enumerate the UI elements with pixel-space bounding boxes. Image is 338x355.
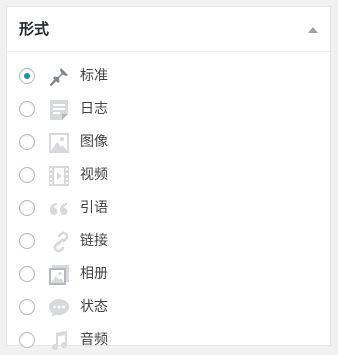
format-option-audio[interactable]: 音频 bbox=[7, 329, 330, 355]
status-icon bbox=[49, 299, 69, 317]
format-radio-aside[interactable] bbox=[19, 101, 35, 117]
format-label-audio: 音频 bbox=[80, 332, 108, 348]
format-radio-audio[interactable] bbox=[19, 332, 35, 348]
format-radio-quote[interactable] bbox=[19, 200, 35, 216]
format-option-quote[interactable]: 引语 bbox=[7, 197, 330, 223]
format-radio-status[interactable] bbox=[19, 299, 35, 315]
format-option-status[interactable]: 状态 bbox=[7, 296, 330, 322]
post-format-panel: 形式 标准 日志 图像 视频 引语 链接 相册 状态 音频 bbox=[6, 6, 331, 350]
quote-icon bbox=[50, 203, 68, 215]
aside-icon bbox=[50, 100, 68, 120]
format-option-link[interactable]: 链接 bbox=[7, 230, 330, 256]
video-icon bbox=[49, 166, 69, 186]
gallery-icon bbox=[49, 265, 69, 285]
format-label-status: 状态 bbox=[80, 299, 108, 315]
format-radio-gallery[interactable] bbox=[19, 266, 35, 282]
collapse-arrow-icon[interactable] bbox=[308, 27, 318, 33]
format-label-aside: 日志 bbox=[80, 101, 108, 117]
format-radio-standard[interactable] bbox=[19, 68, 35, 84]
panel-title: 形式 bbox=[19, 20, 50, 38]
format-option-aside[interactable]: 日志 bbox=[7, 98, 330, 124]
format-option-video[interactable]: 视频 bbox=[7, 164, 330, 190]
format-option-image[interactable]: 图像 bbox=[7, 131, 330, 157]
image-icon bbox=[49, 133, 69, 153]
format-radio-video[interactable] bbox=[19, 167, 35, 183]
format-label-gallery: 相册 bbox=[80, 266, 108, 282]
format-option-gallery[interactable]: 相册 bbox=[7, 263, 330, 289]
format-label-quote: 引语 bbox=[80, 200, 108, 216]
format-label-image: 图像 bbox=[80, 134, 108, 150]
pin-icon bbox=[49, 68, 68, 87]
audio-icon bbox=[52, 331, 67, 350]
format-option-standard[interactable]: 标准 bbox=[7, 65, 330, 91]
format-radio-image[interactable] bbox=[19, 134, 35, 150]
panel-header: 形式 bbox=[7, 7, 330, 52]
format-radio-link[interactable] bbox=[19, 233, 35, 249]
link-icon bbox=[53, 231, 69, 253]
format-label-video: 视频 bbox=[80, 167, 108, 183]
format-label-standard: 标准 bbox=[80, 68, 108, 84]
format-label-link: 链接 bbox=[80, 233, 108, 249]
